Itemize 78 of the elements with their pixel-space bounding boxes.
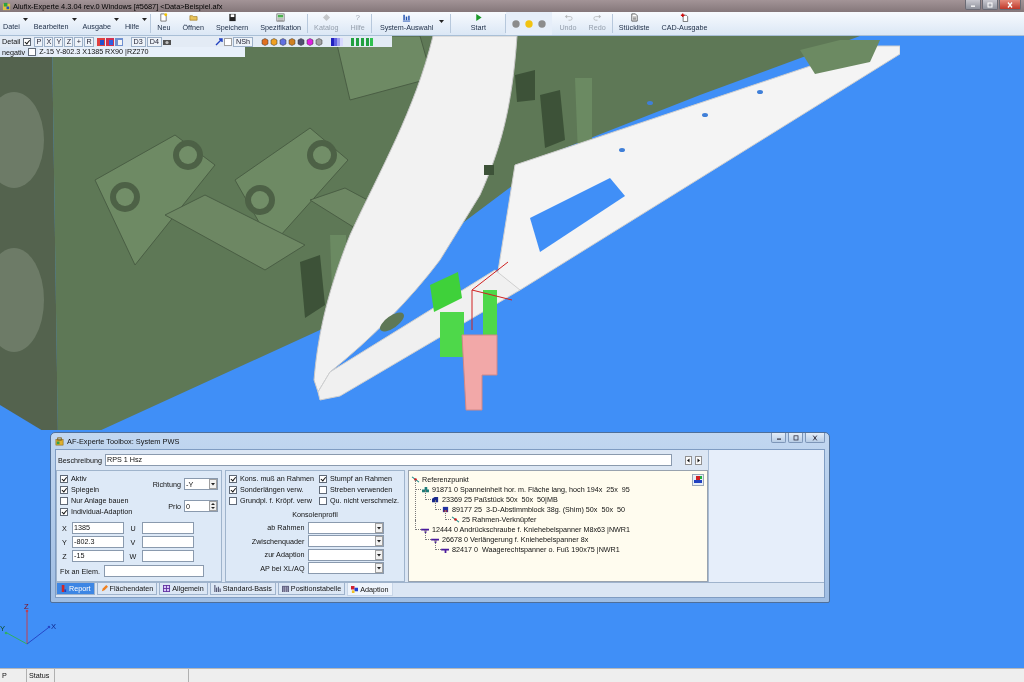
input-field[interactable] bbox=[142, 550, 194, 562]
input-field[interactable] bbox=[142, 536, 194, 548]
restore-icon bbox=[985, 1, 995, 8]
app-icon bbox=[2, 1, 11, 11]
close-icon bbox=[810, 434, 820, 441]
bars-icon[interactable] bbox=[351, 37, 373, 46]
tile-icon[interactable] bbox=[114, 37, 123, 46]
clamp bbox=[515, 70, 535, 102]
mounting-hole bbox=[484, 165, 494, 175]
input-field[interactable] bbox=[103, 565, 204, 577]
bar-icon bbox=[60, 585, 67, 592]
stripes-icon[interactable] bbox=[331, 37, 343, 46]
right-arrow-icon[interactable] bbox=[695, 455, 702, 465]
chart-icon bbox=[402, 13, 412, 22]
hole bbox=[702, 113, 708, 117]
hole bbox=[647, 101, 653, 105]
redo-icon bbox=[592, 13, 602, 22]
maximize-button[interactable] bbox=[788, 433, 803, 443]
pencil-icon bbox=[100, 585, 108, 592]
spin-arrows-icon[interactable] bbox=[209, 501, 217, 511]
checkbox[interactable] bbox=[319, 496, 327, 505]
checkbox[interactable] bbox=[229, 496, 237, 505]
left-arrow-icon[interactable] bbox=[685, 455, 692, 465]
machine-icon bbox=[421, 485, 430, 493]
checkbox[interactable] bbox=[60, 507, 68, 516]
question-mark-icon: ? bbox=[355, 13, 360, 22]
checkbox[interactable] bbox=[319, 474, 327, 483]
checkbox[interactable] bbox=[23, 37, 32, 46]
caret-icon bbox=[113, 17, 119, 22]
pin-icon bbox=[451, 515, 460, 523]
caret-icon[interactable] bbox=[374, 549, 383, 560]
camera-icon[interactable] bbox=[163, 37, 171, 46]
minimize-button[interactable] bbox=[965, 0, 981, 10]
document-plus-icon bbox=[680, 13, 689, 22]
checkbox[interactable] bbox=[319, 485, 327, 494]
close-button[interactable] bbox=[805, 433, 825, 443]
caret-icon bbox=[22, 17, 28, 22]
block-icon bbox=[441, 505, 450, 513]
checkbox[interactable] bbox=[28, 48, 37, 56]
checkbox[interactable] bbox=[229, 485, 237, 494]
document-icon bbox=[629, 13, 639, 22]
close-icon bbox=[1005, 1, 1015, 8]
close-button[interactable] bbox=[999, 0, 1021, 10]
pin-icon bbox=[411, 475, 420, 483]
blocks-icon bbox=[351, 585, 359, 593]
caret-icon bbox=[439, 20, 445, 24]
maximize-icon bbox=[790, 434, 801, 441]
caret-icon[interactable] bbox=[374, 536, 383, 547]
caret-icon[interactable] bbox=[374, 522, 383, 533]
checkbox[interactable] bbox=[60, 474, 68, 483]
tile-icon[interactable] bbox=[105, 37, 114, 46]
checkbox[interactable] bbox=[60, 496, 68, 505]
caret-icon[interactable] bbox=[209, 479, 217, 489]
status-light-icon[interactable] bbox=[538, 19, 547, 28]
caret-icon bbox=[71, 17, 77, 22]
table-icon bbox=[281, 585, 289, 592]
hole bbox=[757, 90, 763, 94]
status-light-icon[interactable] bbox=[512, 19, 521, 28]
undo-icon bbox=[563, 13, 573, 22]
block-icon bbox=[431, 495, 440, 503]
input-field[interactable] bbox=[142, 522, 194, 534]
arrow-icon[interactable] bbox=[215, 37, 223, 46]
checkbox[interactable] bbox=[60, 485, 68, 494]
minimize-button[interactable] bbox=[771, 433, 786, 443]
hole bbox=[619, 148, 625, 152]
toolbox-icon bbox=[55, 436, 64, 446]
slot bbox=[380, 312, 404, 332]
caret-icon[interactable] bbox=[374, 563, 383, 574]
document-icon bbox=[159, 13, 169, 22]
save-icon bbox=[227, 13, 237, 22]
shapes-icon[interactable] bbox=[692, 474, 704, 486]
grid-icon bbox=[163, 585, 171, 592]
caret-icon bbox=[142, 17, 148, 22]
checklist-icon bbox=[276, 13, 286, 22]
checkbox[interactable] bbox=[229, 474, 237, 483]
restore-button[interactable] bbox=[982, 0, 998, 10]
tile-icon[interactable] bbox=[96, 37, 105, 46]
bar-chart-icon bbox=[213, 585, 221, 592]
